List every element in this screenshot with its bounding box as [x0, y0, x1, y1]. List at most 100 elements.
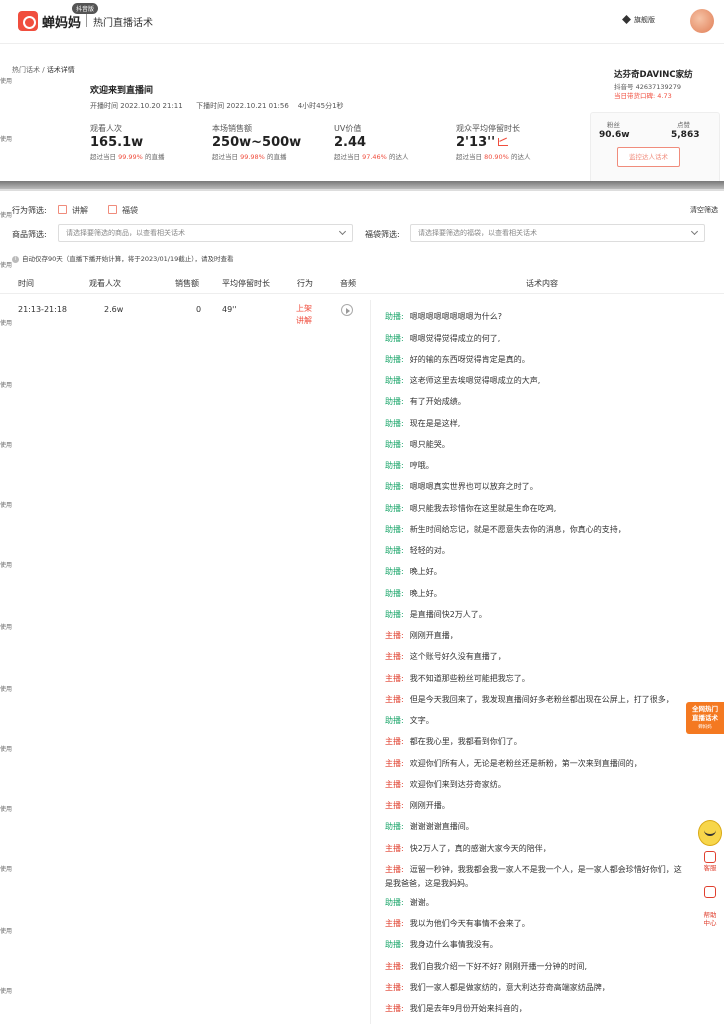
column-header-content: 话术内容 — [526, 279, 558, 288]
speaker-label: 主播: — [385, 1004, 404, 1013]
row-sales: 0 — [196, 305, 202, 314]
transcript-text: 有了开始成绩。 — [409, 397, 466, 406]
help-center-icon[interactable] — [704, 886, 716, 898]
speaker-label: 助播: — [385, 940, 404, 949]
page-title: 欢迎来到直播间 — [90, 86, 154, 96]
speaker-label: 助播: — [385, 461, 404, 470]
transcript-line: 主播: 这个账号好久没有直播了， — [385, 651, 506, 662]
transcript-line: 主播: 都在我心里，我都看到你们了。 — [385, 736, 522, 747]
transcript-line: 助播: 是直播间快2万人了。 — [385, 609, 487, 620]
top-bar: 蝉妈妈 抖音版 热门直播话术 旗舰版 — [0, 0, 724, 44]
watermark-text: 使用 — [0, 624, 13, 631]
broadcast-times: 开播时间 2022.10.20 21:11 下播时间 2022.10.21 01… — [90, 101, 344, 111]
transcript-text: 快2万人了，真的感谢大家今天的陪伴， — [409, 844, 551, 853]
speaker-label: 主播: — [385, 983, 404, 992]
stat-compare: 超过当日 99.99% 的直播 — [90, 153, 165, 161]
stat-compare: 超过当日 99.98% 的直播 — [212, 153, 287, 161]
stat-value: 2.44 — [334, 135, 367, 150]
transcript-line: 助播: 嗯嗯嗯嗯嗯嗯嗯嗯为什么? — [385, 311, 502, 322]
watermark-text: 使用 — [0, 562, 13, 569]
speaker-label: 助播: — [385, 419, 404, 428]
start-time-label: 开播时间 — [90, 102, 118, 110]
row-stay: 49'' — [222, 305, 237, 314]
transcript-line: 助播: 这老师这里去埃嗯觉得嗯成立的大声, — [385, 375, 540, 386]
mascot-icon[interactable] — [698, 820, 722, 846]
speaker-label: 助播: — [385, 525, 404, 534]
transcript-text: 都在我心里，我都看到你们了。 — [409, 737, 522, 746]
transcript-line: 是我爸爸，这是我妈妈。 — [385, 878, 473, 889]
goods-filter-label: 商品筛选: — [12, 230, 47, 239]
transcript-text: 嗯嗯嗯真实世界也可以放弃之时了。 — [409, 482, 538, 491]
duration: 4小时45分1秒 — [297, 102, 344, 110]
watermark-text: 使用 — [0, 686, 13, 693]
transcript-text: 是我爸爸，这是我妈妈。 — [385, 879, 473, 888]
brand-name[interactable]: 蝉妈妈 — [42, 12, 81, 31]
stat-label: 观众平均停留时长 — [456, 124, 520, 133]
transcript-text: 晚上好。 — [409, 589, 442, 598]
behavior-filter-label: 行为筛选: — [12, 206, 47, 215]
transcript-line: 助播: 现在是是这样, — [385, 418, 460, 429]
transcript-line: 助播: 轻轻的对。 — [385, 545, 450, 556]
bag-select[interactable]: 请选择要筛选的福袋，以查看相关话术 — [410, 224, 705, 242]
transcript-text: 是直播间快2万人了。 — [409, 610, 487, 619]
transcript-text: 刚刚开直播， — [409, 631, 458, 640]
watermark-text: 使用 — [0, 442, 13, 449]
transcript-line: 助播: 晚上好。 — [385, 588, 442, 599]
version-label[interactable]: 旗舰版 — [634, 15, 655, 25]
speaker-label: 主播: — [385, 919, 404, 928]
checkbox-lucky-bag[interactable] — [108, 205, 117, 214]
transcript-text: 欢迎你们来到达芬奇家纺。 — [409, 780, 506, 789]
transcript-line: 主播: 我们是去年9月份开始来抖音的， — [385, 1003, 527, 1014]
help-center-button[interactable]: 帮助 中心 — [698, 911, 722, 927]
speaker-label: 助播: — [385, 440, 404, 449]
customer-service-icon[interactable] — [704, 851, 716, 863]
streamer-stats-box: 粉丝 90.6w 点赞 5,863 监控达人话术 — [590, 112, 720, 184]
trend-icon[interactable] — [498, 138, 509, 146]
speaker-label: 助播: — [385, 822, 404, 831]
logo-icon[interactable] — [18, 11, 38, 31]
chevron-down-icon — [338, 227, 347, 236]
customer-service-button[interactable]: 客服 — [698, 864, 722, 872]
speaker-label: 助播: — [385, 482, 404, 491]
stat-label: 观看人次 — [90, 124, 122, 133]
column-header-sales: 销售额 — [175, 279, 199, 288]
goods-select[interactable]: 请选择要筛选的商品，以查看相关话术 — [58, 224, 353, 242]
speaker-label: 主播: — [385, 962, 404, 971]
checkbox-label[interactable]: 讲解 — [72, 205, 88, 216]
logo-divider — [86, 14, 87, 27]
hot-scripts-ranking-button[interactable]: 全网热门 直播话术 蝉妈妈 — [686, 702, 724, 734]
transcript-text: 我不知道那些粉丝可能把我忘了。 — [409, 674, 530, 683]
transcript-text: 刚刚开播。 — [409, 801, 450, 810]
transcript-content: 助播: 嗯嗯嗯嗯嗯嗯嗯嗯为什么? 助播: 嗯嗯觉得觉得成立的何了, 助播: 好的输的东西呀… — [370, 300, 692, 1024]
action-listing[interactable]: 上架 — [296, 303, 312, 315]
diamond-icon — [622, 15, 631, 24]
table-header: 时间 观看人次 销售额 平均停留时长 行为 音频 话术内容 — [0, 270, 724, 294]
transcript-line: 助播: 好的输的东西呀觉得肯定是真的。 — [385, 354, 530, 365]
row-action: 上架 讲解 — [296, 303, 312, 327]
transcript-text: 晚上好。 — [409, 567, 442, 576]
avatar[interactable] — [690, 9, 714, 33]
bag-filter-label: 福袋筛选: — [365, 230, 400, 239]
speaker-label: 助播: — [385, 312, 404, 321]
clear-filters-link[interactable]: 清空筛选 — [690, 205, 718, 215]
breadcrumb-current: 话术详情 — [46, 66, 75, 74]
streamer-name[interactable]: 达芬奇DAVINC家纺 — [614, 68, 693, 80]
transcript-text: 好的输的东西呀觉得肯定是真的。 — [409, 355, 530, 364]
transcript-text: 我身边什么事情我没有。 — [409, 940, 498, 949]
likes-label: 点赞 — [677, 121, 690, 129]
speaker-label: 助播: — [385, 610, 404, 619]
checkbox-label[interactable]: 福袋 — [122, 205, 138, 216]
speaker-label: 助播: — [385, 546, 404, 555]
checkbox-explain[interactable] — [58, 205, 67, 214]
platform-badge: 抖音版 — [72, 3, 99, 14]
action-explain[interactable]: 讲解 — [296, 315, 312, 327]
play-audio-icon[interactable] — [341, 304, 353, 316]
speaker-label: 助播: — [385, 589, 404, 598]
speaker-label: 助播: — [385, 898, 404, 907]
transcript-text: 轻轻的对。 — [409, 546, 450, 555]
transcript-text: 但是今天我回来了，我发现直播间好多老粉丝都出现在公屏上，打了很多， — [409, 695, 674, 704]
watermark-text: 使用 — [0, 78, 13, 85]
monitor-streamer-button[interactable]: 监控达人话术 — [617, 147, 680, 167]
breadcrumb-parent[interactable]: 热门话术 — [12, 66, 40, 74]
row-time: 21:13-21:18 — [18, 305, 67, 314]
